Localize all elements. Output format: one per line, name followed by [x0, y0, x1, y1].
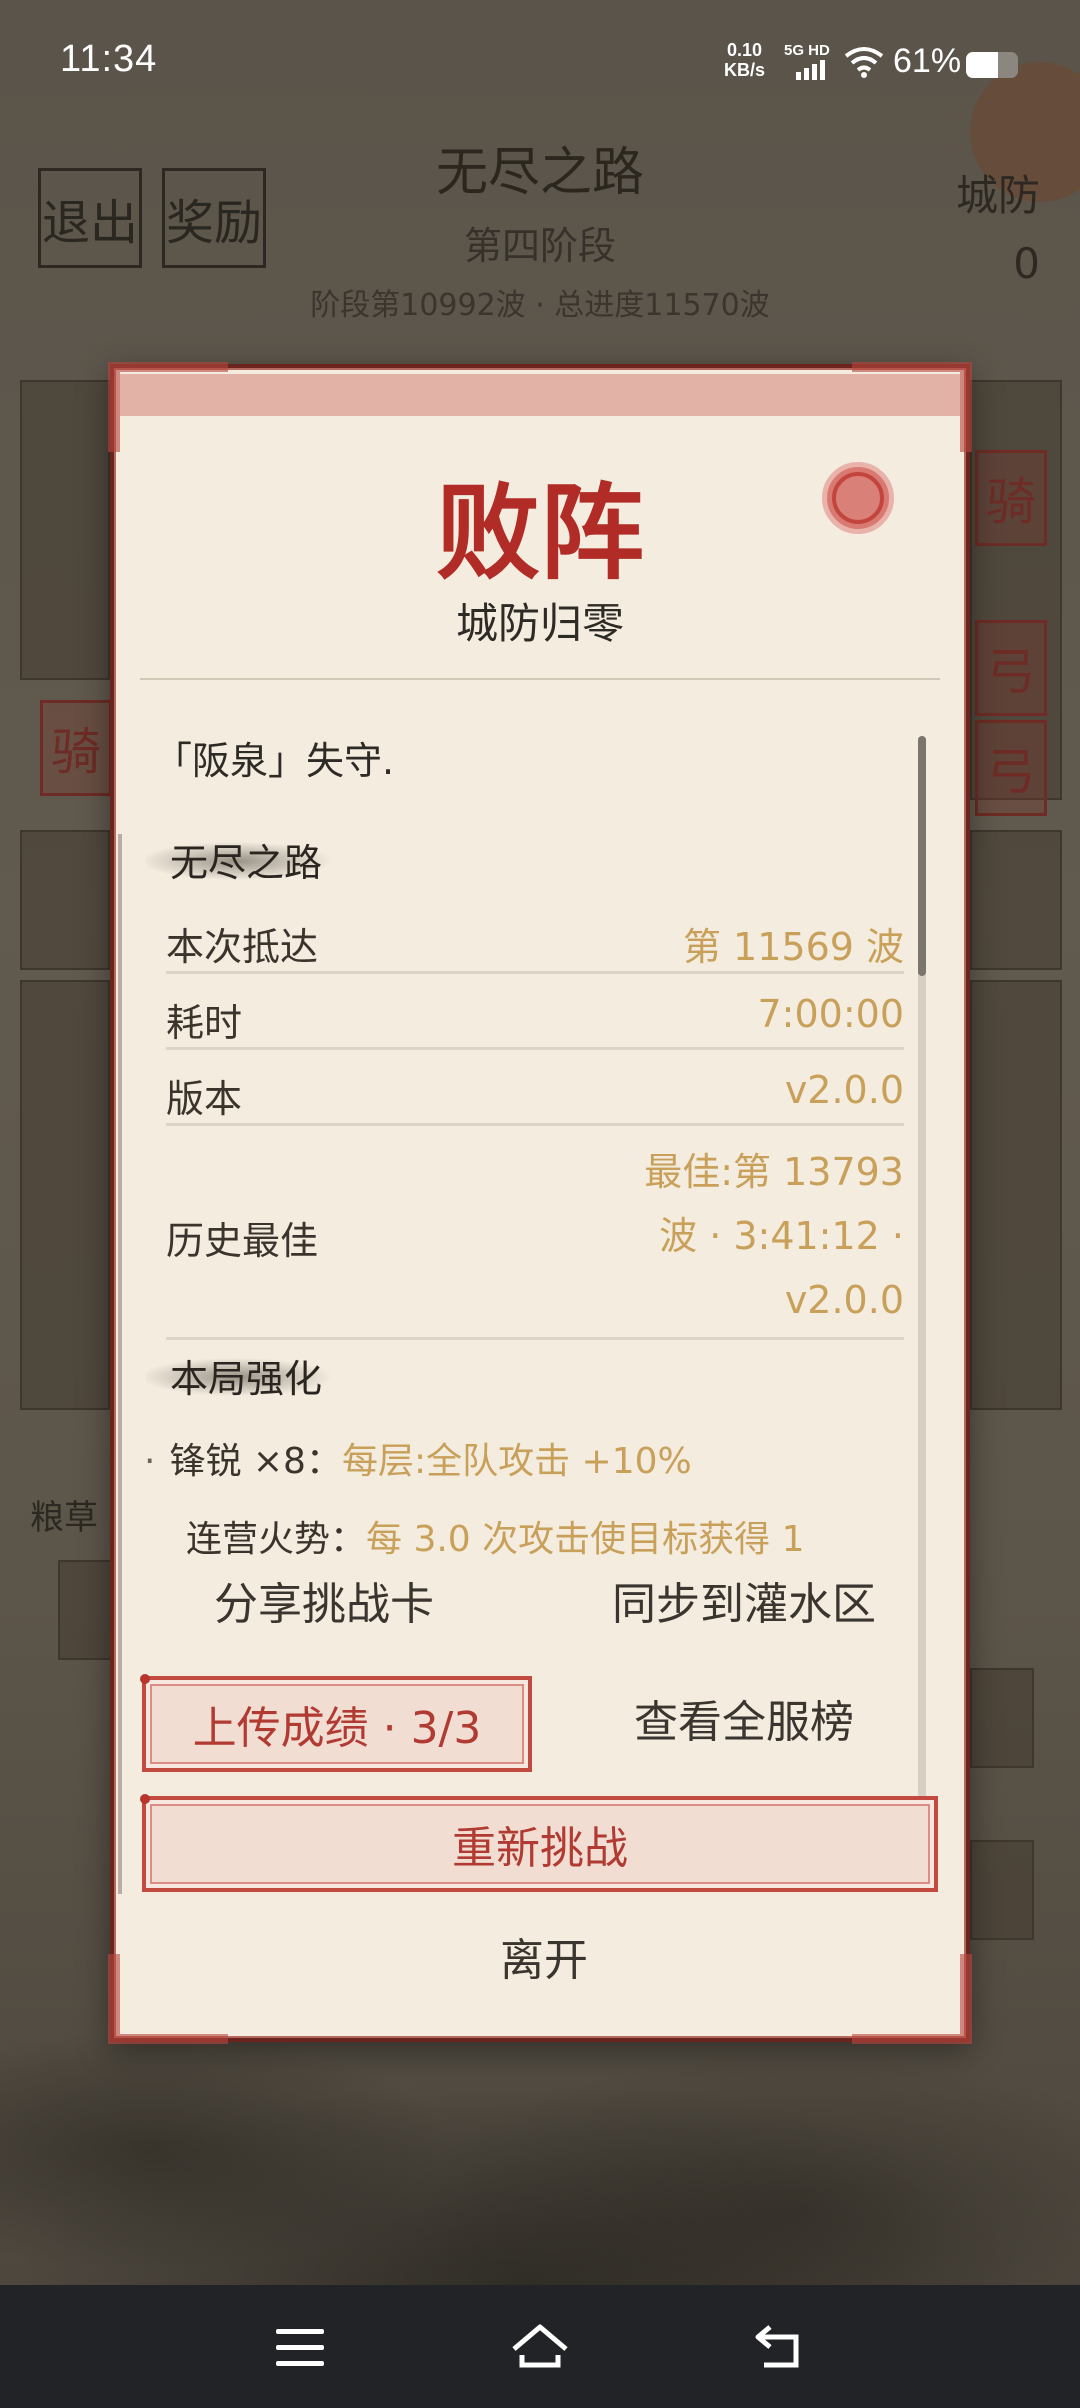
best-line: 波 · 3:41:12 ·: [659, 1214, 904, 1258]
best-line: v2.0.0: [784, 1278, 904, 1322]
stat-value: 第 11569 波: [682, 925, 904, 969]
left-tiles: [20, 980, 110, 1410]
exit-button[interactable]: 退出: [38, 168, 142, 268]
buff-row: 连营火势：每 3.0 次攻击使目标获得 1: [186, 1510, 805, 1562]
best-line: 最佳:第 13793: [644, 1150, 904, 1194]
sync-button[interactable]: 同步到灌水区: [574, 1568, 914, 1632]
buff-desc: 每层:全队攻击 +10%: [341, 1441, 692, 1482]
section-buffs-heading: 本局强化: [146, 1348, 386, 1404]
stat-key: 历史最佳: [166, 1219, 319, 1263]
buff-row: · 锋锐 ×8：每层:全队攻击 +10%: [144, 1432, 692, 1484]
unit-card: 弓: [975, 620, 1047, 716]
home-icon[interactable]: [508, 2315, 572, 2379]
buff-desc: 每 3.0 次攻击使目标获得 1: [366, 1519, 805, 1560]
unit-card: 骑: [40, 700, 112, 796]
net-speed: 0.10 KB/s: [724, 40, 765, 80]
status-time: 11:34: [60, 38, 158, 80]
corner-ornament: [852, 1954, 972, 2044]
stat-row: 本次抵达 第 11569 波: [166, 912, 904, 974]
battery-percent: 61%: [893, 42, 962, 80]
city-defense: 城防 0: [956, 162, 1040, 298]
dialog-subtitle: 城防归零: [455, 599, 624, 648]
network-type: 5G HD: [784, 42, 830, 59]
left-card: [20, 830, 110, 970]
status-bar: 11:34 0.10 KB/s 5G HD 61%: [0, 0, 1080, 125]
leave-button[interactable]: 离开: [444, 1924, 644, 1988]
buff-name: 锋锐 ×8：: [169, 1441, 342, 1482]
close-icon: [832, 472, 884, 524]
progress-label: 阶段第10992波 · 总进度11570波: [310, 288, 770, 323]
dialog-top-band: [120, 374, 960, 416]
pin-icon: [140, 1674, 150, 1684]
signal-icon: [796, 60, 825, 80]
net-speed-value: 0.10: [726, 40, 763, 60]
left-rule: [118, 834, 122, 1894]
stat-row: 版本 v2.0.0: [166, 1064, 904, 1126]
left-unit-panel: [20, 380, 110, 680]
corner-ornament: [852, 362, 972, 452]
scrollbar[interactable]: [918, 736, 926, 1836]
wifi-icon: [844, 47, 884, 78]
stat-key: 本次抵达: [166, 925, 319, 969]
navigation-bar: [0, 2285, 1080, 2408]
stat-key: 版本: [166, 1077, 243, 1121]
unit-card: 骑: [975, 450, 1047, 546]
scrollbar-thumb[interactable]: [918, 736, 926, 976]
defeat-dialog: 败阵 城防归零 「阪泉」失守. 无尽之路 本次抵达 第 11569 波 耗时 7…: [108, 362, 972, 2044]
leaderboard-button[interactable]: 查看全服榜: [574, 1686, 914, 1750]
buff-name: 连营火势：: [186, 1519, 367, 1560]
retry-button[interactable]: 重新挑战: [140, 1794, 938, 1892]
stat-value-best: 最佳:第 13793 波 · 3:41:12 · v2.0.0: [644, 1140, 904, 1332]
corner-ornament: [108, 362, 228, 452]
lost-message: 「阪泉」失守.: [154, 739, 395, 783]
share-button[interactable]: 分享挑战卡: [174, 1568, 474, 1632]
upload-score-button[interactable]: 上传成绩 · 3/3: [140, 1674, 532, 1772]
bullet-icon: ·: [144, 1441, 156, 1482]
stat-row-best: 历史最佳 最佳:第 13793 波 · 3:41:12 · v2.0.0: [166, 1140, 904, 1340]
stat-value: 7:00:00: [757, 992, 905, 1036]
battery-icon: [966, 52, 1018, 78]
divider: [140, 678, 940, 680]
net-speed-unit: KB/s: [724, 60, 766, 80]
retry-label: 重新挑战: [452, 1823, 628, 1874]
back-icon[interactable]: [748, 2315, 812, 2379]
menu-icon[interactable]: [268, 2315, 332, 2379]
pin-icon: [140, 1794, 150, 1804]
section-endless-label: 无尽之路: [170, 841, 323, 885]
reward-button[interactable]: 奖励: [162, 168, 266, 268]
corner-ornament: [108, 1954, 228, 2044]
upload-score-label: 上传成绩 · 3/3: [192, 1703, 482, 1754]
section-endless-heading: 无尽之路: [146, 832, 386, 888]
stat-key: 耗时: [166, 1001, 243, 1045]
right-tiles: [970, 980, 1062, 1410]
stat-row: 耗时 7:00:00: [166, 988, 904, 1050]
city-defense-value: 0: [1013, 239, 1040, 288]
close-button[interactable]: [822, 462, 894, 534]
unit-card: 弓: [975, 720, 1047, 816]
stat-value: v2.0.0: [784, 1068, 904, 1112]
section-buffs-label: 本局强化: [170, 1357, 323, 1401]
right-card: [970, 830, 1062, 970]
city-defense-label: 城防: [955, 171, 1040, 220]
